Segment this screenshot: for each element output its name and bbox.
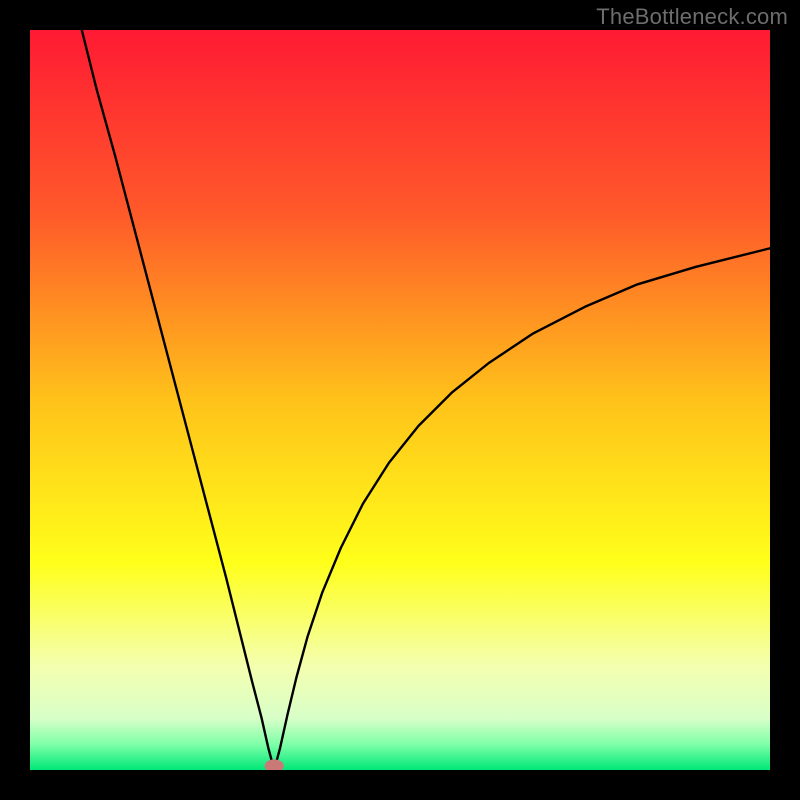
chart-frame: TheBottleneck.com [0, 0, 800, 800]
bottleneck-chart [30, 30, 770, 770]
plot-area [30, 30, 770, 770]
chart-background [30, 30, 770, 770]
watermark-text: TheBottleneck.com [596, 4, 788, 30]
